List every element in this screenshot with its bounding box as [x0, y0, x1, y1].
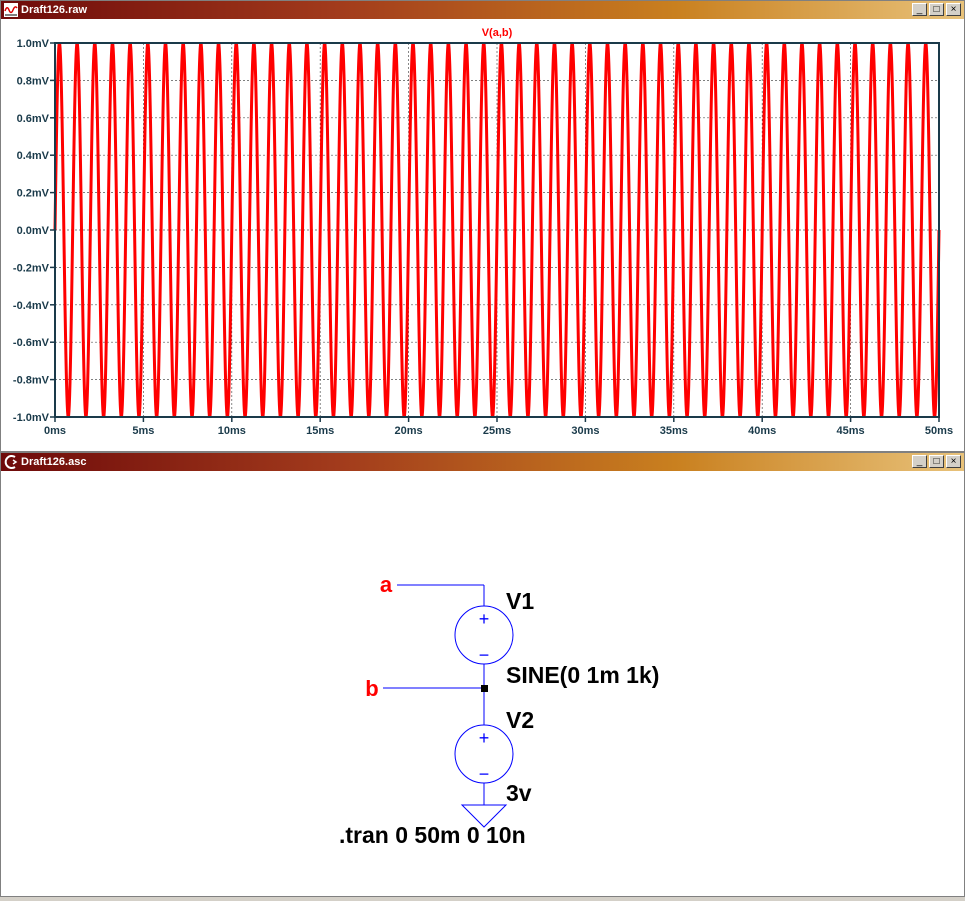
schematic-icon	[4, 455, 18, 469]
waveform-icon	[4, 3, 18, 17]
schematic-window: Draft126.asc _ □ × + − + − a b V1 SINE(0…	[0, 452, 965, 897]
x-tick-label: 25ms	[483, 425, 511, 437]
x-tick-label: 40ms	[748, 425, 776, 437]
schematic-drawing[interactable]: + − + − a b V1 SINE(0 1m 1k) V2 3v .tran…	[1, 471, 964, 896]
v2-name-label[interactable]: V2	[506, 707, 534, 733]
schematic-close-button[interactable]: ×	[946, 455, 961, 468]
schematic-maximize-button[interactable]: □	[929, 455, 944, 468]
v1-value-label[interactable]: SINE(0 1m 1k)	[506, 662, 659, 688]
y-tick-label: 1.0mV	[17, 38, 50, 50]
x-tick-label: 20ms	[395, 425, 423, 437]
minus-icon: −	[479, 764, 490, 784]
y-tick-label: 0.8mV	[17, 75, 50, 87]
x-tick-label: 15ms	[306, 425, 334, 437]
schematic-window-title: Draft126.asc	[21, 456, 87, 468]
plot-maximize-button[interactable]: □	[929, 3, 944, 16]
y-tick-label: -0.8mV	[13, 375, 50, 387]
net-label-b[interactable]: b	[365, 676, 378, 701]
spice-directive[interactable]: .tran 0 50m 0 10n	[339, 822, 526, 848]
x-tick-label: 5ms	[132, 425, 154, 437]
plot-window: Draft126.raw _ □ × 1.0mV 0.8mV 0.6mV 0.4mV 0…	[0, 0, 965, 452]
x-tick-label: 45ms	[837, 425, 865, 437]
y-tick-label: 0.2mV	[17, 188, 50, 200]
y-tick-label: 0.4mV	[17, 150, 50, 162]
y-tick-label: 0.6mV	[17, 113, 50, 125]
v1-name-label[interactable]: V1	[506, 588, 534, 614]
plus-icon: +	[479, 728, 490, 748]
schematic-canvas[interactable]: + − + − a b V1 SINE(0 1m 1k) V2 3v .tran…	[1, 471, 964, 896]
minus-icon: −	[479, 645, 490, 665]
wire-net-a[interactable]	[397, 584, 485, 606]
voltage-source-v1[interactable]: + −	[454, 605, 514, 665]
y-tick-label: -0.2mV	[13, 262, 50, 274]
x-tick-label: 35ms	[660, 425, 688, 437]
waveform-plot-area[interactable]: 1.0mV 0.8mV 0.6mV 0.4mV 0.2mV 0.0mV -0.2mV -0.4…	[1, 19, 964, 451]
y-axis: 1.0mV 0.8mV 0.6mV 0.4mV 0.2mV 0.0mV -0.2mV -0.4…	[13, 38, 55, 424]
x-tick-label: 10ms	[218, 425, 246, 437]
plot-window-titlebar[interactable]: Draft126.raw _ □ ×	[1, 1, 964, 19]
y-tick-label: -1.0mV	[13, 412, 50, 424]
y-tick-label: -0.6mV	[13, 337, 50, 349]
voltage-source-v2[interactable]: + −	[454, 724, 514, 784]
x-tick-label: 50ms	[925, 425, 953, 437]
chart-title[interactable]: V(a,b)	[482, 27, 513, 39]
schematic-minimize-button[interactable]: _	[912, 455, 927, 468]
net-label-a[interactable]: a	[380, 572, 393, 597]
x-tick-label: 30ms	[571, 425, 599, 437]
x-axis: 0ms 5ms 10ms 15ms 20ms 25ms 30ms 35ms 40ms 45ms 50…	[44, 417, 953, 437]
y-tick-label: 0.0mV	[17, 225, 50, 237]
wire-net-b[interactable]	[383, 664, 488, 725]
schematic-window-titlebar[interactable]: Draft126.asc _ □ ×	[1, 453, 964, 471]
waveform-chart[interactable]: 1.0mV 0.8mV 0.6mV 0.4mV 0.2mV 0.0mV -0.2mV -0.4…	[1, 19, 964, 451]
plot-close-button[interactable]: ×	[946, 3, 961, 16]
v2-value-label[interactable]: 3v	[506, 780, 532, 806]
plot-window-title: Draft126.raw	[21, 4, 88, 16]
plot-minimize-button[interactable]: _	[912, 3, 927, 16]
x-tick-label: 0ms	[44, 425, 66, 437]
plus-icon: +	[479, 609, 490, 629]
y-tick-label: -0.4mV	[13, 300, 50, 312]
